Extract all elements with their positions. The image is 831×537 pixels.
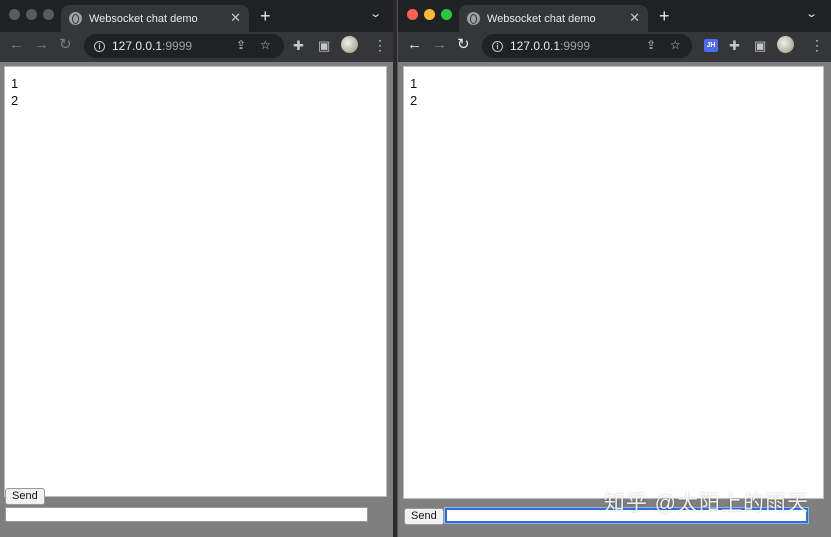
browser-window-left: Websocket chat demo ✕ + ⌄ ← → ↻ i 127.0.…: [0, 0, 393, 537]
chat-message: 2: [410, 93, 418, 108]
reload-icon[interactable]: ↻: [457, 36, 470, 54]
star-icon[interactable]: ☆: [670, 38, 681, 52]
new-tab-button[interactable]: +: [659, 6, 670, 26]
window-controls: [407, 9, 452, 20]
close-icon[interactable]: ✕: [230, 10, 241, 26]
new-tab-button[interactable]: +: [260, 6, 271, 26]
chat-log: 1 2: [403, 66, 824, 499]
globe-icon: [467, 12, 480, 25]
message-input[interactable]: [5, 507, 368, 522]
back-arrow-icon[interactable]: ←: [9, 36, 24, 54]
share-icon[interactable]: ⇪: [236, 38, 246, 52]
avatar[interactable]: [341, 36, 358, 53]
page-viewport: 1 2 Send: [398, 62, 831, 537]
close-icon[interactable]: ✕: [629, 10, 640, 26]
zoom-window-button[interactable]: [441, 9, 452, 20]
side-panel-icon[interactable]: ▣: [318, 38, 330, 54]
reload-icon[interactable]: ↻: [59, 36, 72, 54]
side-panel-icon[interactable]: ▣: [754, 38, 766, 54]
watermark-text: 知乎 @太阳上的雨天: [603, 492, 809, 515]
back-arrow-icon[interactable]: ←: [407, 36, 422, 54]
url-port: :9999: [162, 39, 193, 53]
globe-icon: [69, 12, 82, 25]
url-host: 127.0.0.1: [510, 39, 561, 53]
url-host: 127.0.0.1: [112, 39, 163, 53]
chevron-down-icon[interactable]: ⌄: [369, 7, 382, 20]
tab-websocket-chat[interactable]: Websocket chat demo ✕: [459, 5, 648, 32]
send-button[interactable]: Send: [5, 488, 45, 505]
url-port: :9999: [560, 39, 591, 53]
tab-title: Websocket chat demo: [487, 12, 596, 25]
forward-arrow-icon[interactable]: →: [432, 36, 447, 54]
close-window-button[interactable]: [9, 9, 20, 20]
minimize-window-button[interactable]: [424, 9, 435, 20]
chat-log: 1 2: [4, 66, 387, 497]
avatar[interactable]: [777, 36, 794, 53]
browser-toolbar: ← → ↻ i 127.0.0.1:9999 ⇪ ☆ ✚ ▣ ⋮: [0, 32, 393, 60]
close-window-button[interactable]: [407, 9, 418, 20]
puzzle-icon[interactable]: ✚: [293, 38, 304, 54]
zoom-window-button[interactable]: [43, 9, 54, 20]
address-bar[interactable]: i 127.0.0.1:9999 ⇪ ☆: [84, 34, 284, 58]
address-bar[interactable]: i 127.0.0.1:9999 ⇪ ☆: [482, 34, 692, 58]
send-button[interactable]: Send: [404, 508, 444, 525]
chat-message: 1: [11, 76, 19, 91]
star-icon[interactable]: ☆: [260, 38, 271, 52]
tab-strip: Websocket chat demo ✕ + ⌄: [398, 0, 831, 32]
kebab-menu-icon[interactable]: ⋮: [373, 37, 387, 53]
browser-toolbar: ← → ↻ i 127.0.0.1:9999 ⇪ ☆ JH ✚ ▣ ⋮: [398, 32, 831, 60]
kebab-menu-icon[interactable]: ⋮: [810, 37, 824, 53]
tab-title: Websocket chat demo: [89, 12, 198, 25]
minimize-window-button[interactable]: [26, 9, 37, 20]
forward-arrow-icon[interactable]: →: [34, 36, 49, 54]
browser-window-right: Websocket chat demo ✕ + ⌄ ← → ↻ i 127.0.…: [397, 0, 831, 537]
window-controls: [9, 9, 54, 20]
chat-message: 2: [11, 93, 19, 108]
tab-websocket-chat[interactable]: Websocket chat demo ✕: [61, 5, 249, 32]
chevron-down-icon[interactable]: ⌄: [805, 7, 818, 20]
page-viewport: 1 2 Send: [0, 62, 393, 537]
tab-strip: Websocket chat demo ✕ + ⌄: [0, 0, 393, 32]
chat-message: 1: [410, 76, 418, 91]
info-icon[interactable]: i: [492, 40, 503, 52]
puzzle-icon[interactable]: ✚: [729, 38, 740, 54]
info-icon[interactable]: i: [94, 40, 105, 52]
extension-jh-icon[interactable]: JH: [704, 39, 718, 52]
share-icon[interactable]: ⇪: [646, 38, 656, 52]
